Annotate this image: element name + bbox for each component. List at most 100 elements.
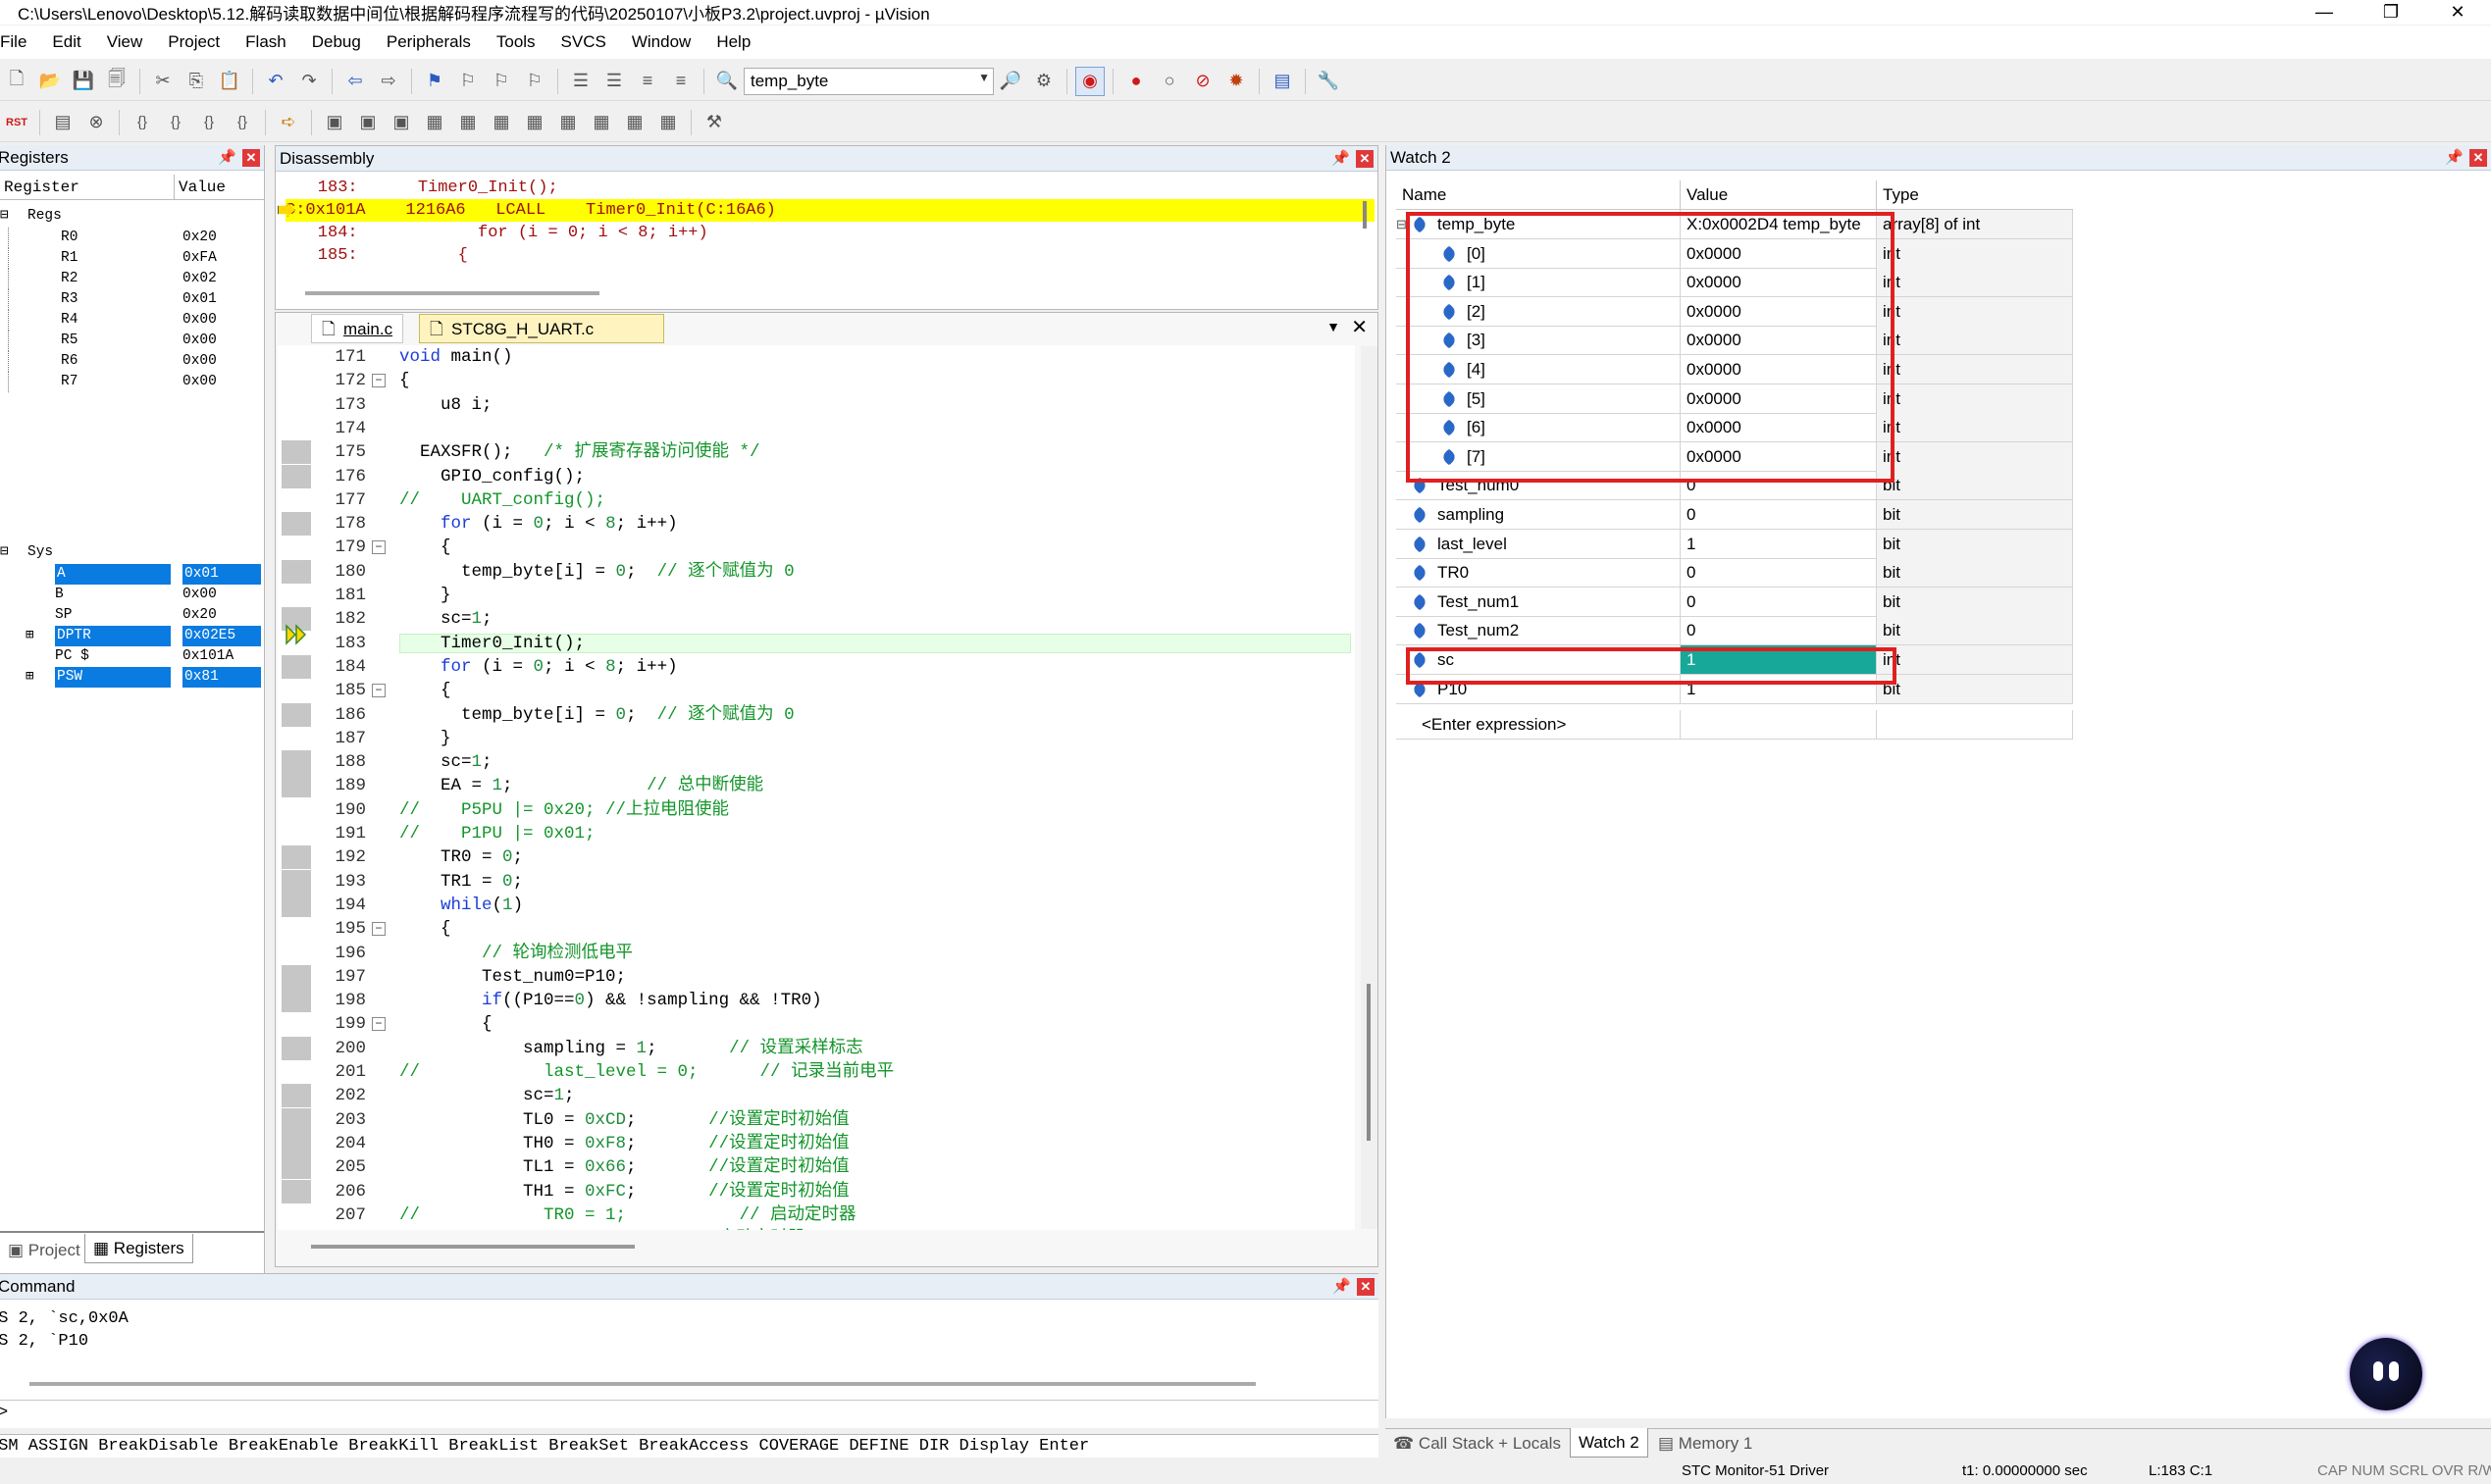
fold-toggle-icon[interactable]: − (372, 540, 386, 555)
memory-window-icon[interactable]: ▦ (520, 108, 549, 137)
menu-window[interactable]: Window (619, 32, 703, 52)
stop-icon[interactable]: ⊗ (81, 108, 111, 137)
register-value[interactable]: 0x81 (182, 667, 261, 688)
uncomment-icon[interactable]: ≡ (666, 67, 696, 96)
code-line[interactable]: 187 } (278, 727, 1355, 750)
register-row[interactable]: R6 0x00 (0, 351, 264, 372)
breakpoint-disable-all-icon[interactable]: ⊘ (1188, 67, 1218, 96)
reset-icon[interactable]: RST (2, 108, 31, 137)
register-value[interactable]: 0x00 (182, 351, 217, 372)
col-value[interactable]: Value (1681, 180, 1877, 210)
config-wrench-icon[interactable]: 🔧 (1314, 67, 1343, 96)
watch-value[interactable]: 1 (1681, 529, 1877, 559)
fold-toggle-icon[interactable]: − (372, 1017, 386, 1032)
disasm-hscrollbar[interactable] (305, 291, 599, 295)
save-all-icon[interactable]: 🗐 (102, 67, 131, 96)
close-icon[interactable]: ✕ (1357, 1278, 1375, 1296)
register-row[interactable]: R7 0x00 (0, 372, 264, 392)
bookmark-clear-icon[interactable]: ⚐ (520, 67, 549, 96)
code-line[interactable]: 182 sc=1; (278, 607, 1355, 632)
watch-name-cell[interactable]: Test_num1 (1396, 587, 1681, 617)
unindent-icon[interactable]: ☰ (599, 67, 629, 96)
group-sys[interactable]: ⊟ Sys (0, 542, 264, 563)
step-into-icon[interactable]: {} (128, 108, 157, 137)
bookmark-next-icon[interactable]: ⚐ (487, 67, 516, 96)
registers-window-icon[interactable]: ▦ (420, 108, 449, 137)
close-icon[interactable]: ✕ (242, 149, 260, 167)
watch-row[interactable]: sampling 0 bit (1396, 500, 2377, 530)
register-value[interactable]: 0x20 (182, 605, 217, 626)
code-line[interactable]: 196 // 轮询检测低电平 (278, 942, 1355, 965)
breakpoint-gutter[interactable] (282, 1084, 311, 1108)
code-line[interactable]: 207 // TR0 = 1; // 启动定时器 (278, 1203, 1355, 1227)
tab-uart-c[interactable]: 🗋 STC8G_H_UART.c (419, 314, 664, 343)
show-next-statement-icon[interactable]: ➪ (274, 108, 303, 137)
register-row[interactable]: B 0x00 (0, 585, 264, 605)
breakpoint-gutter[interactable] (282, 1155, 311, 1180)
code-line[interactable]: 194 while(1) (278, 893, 1355, 917)
breakpoint-gutter[interactable] (282, 559, 311, 584)
copy-icon[interactable]: ⎘ (182, 67, 211, 96)
code-line[interactable]: 191 // P1PU |= 0x01; (278, 822, 1355, 845)
find-icon[interactable]: 🔎 (996, 67, 1025, 96)
register-row[interactable]: R0 0x20 (0, 228, 264, 248)
code-line[interactable]: 208 TR1 = 1; //启动定时器1 (278, 1227, 1355, 1230)
watch-row[interactable]: last_level 1 bit (1396, 529, 2377, 559)
collapse-icon[interactable]: ⊟ (0, 542, 9, 563)
watch-window-icon[interactable]: ▦ (487, 108, 516, 137)
code-line[interactable]: 186 temp_byte[i] = 0; // 逐个赋值为 0 (278, 702, 1355, 727)
breakpoint-gutter[interactable] (282, 654, 311, 679)
tab-registers[interactable]: ▦ Registers (84, 1234, 193, 1263)
indent-icon[interactable]: ☰ (566, 67, 596, 96)
close-tab-icon[interactable]: ✕ (1351, 315, 1368, 339)
menu-file[interactable]: File (0, 32, 39, 52)
code-line[interactable]: 202 sc=1; (278, 1084, 1355, 1108)
open-folder-icon[interactable]: 📂 (35, 67, 65, 96)
system-viewer-icon[interactable]: ▦ (653, 108, 683, 137)
breakpoint-gutter[interactable] (282, 1107, 311, 1132)
watch-value[interactable]: 0 (1681, 587, 1877, 617)
window-layout-icon[interactable]: ▤ (1268, 67, 1297, 96)
save-icon[interactable]: 💾 (69, 67, 98, 96)
code-line[interactable]: 199− { (278, 1012, 1355, 1036)
code-line[interactable]: 178 for (i = 0; i < 8; i++) (278, 512, 1355, 537)
breakpoint-gutter[interactable] (282, 869, 311, 894)
analysis-window-icon[interactable]: ▦ (587, 108, 616, 137)
fold-toggle-icon[interactable]: − (372, 684, 386, 698)
register-row[interactable]: ⊞ PSW 0x81 (0, 667, 264, 688)
step-over-icon[interactable]: {} (161, 108, 190, 137)
register-row[interactable]: SP 0x20 (0, 605, 264, 626)
register-row[interactable]: R4 0x00 (0, 310, 264, 331)
code-line[interactable]: 206 TH1 = 0xFC; //设置定时初始值 (278, 1179, 1355, 1203)
code-line[interactable]: 197 Test_num0=P10; (278, 964, 1355, 989)
register-value[interactable]: 0x02 (182, 269, 217, 289)
menu-flash[interactable]: Flash (233, 32, 299, 52)
close-icon[interactable]: ✕ (1356, 150, 1374, 168)
assistant-bubble-icon[interactable] (2350, 1338, 2422, 1410)
command-hscrollbar[interactable] (29, 1382, 1256, 1386)
register-value[interactable]: 0x20 (182, 228, 217, 248)
command-window-icon[interactable]: ▣ (320, 108, 349, 137)
expand-icon[interactable]: ⊞ (26, 626, 33, 646)
code-line[interactable]: 193 TR1 = 0; (278, 869, 1355, 894)
disasm-line[interactable]: 184: for (i = 0; i < 8; i++) (276, 222, 1377, 244)
menu-tools[interactable]: Tools (484, 32, 548, 52)
menu-debug[interactable]: Debug (299, 32, 374, 52)
code-line[interactable]: 198 if((P10==0) && !sampling && !TR0) (278, 989, 1355, 1013)
watch-name-cell[interactable]: sampling (1396, 500, 1681, 530)
breakpoint-gutter[interactable] (282, 774, 311, 798)
serial-window-icon[interactable]: ▦ (553, 108, 583, 137)
command-input[interactable]: > (0, 1402, 1376, 1424)
pin-icon[interactable]: 📌 (1331, 146, 1350, 172)
menu-edit[interactable]: Edit (39, 32, 93, 52)
disasm-line[interactable]: 185: { (276, 244, 1377, 267)
code-line[interactable]: 181 } (278, 584, 1355, 607)
breakpoint-gutter[interactable] (282, 440, 311, 465)
watch-value[interactable]: 0 (1681, 558, 1877, 588)
incremental-find-icon[interactable]: ⚙ (1029, 67, 1059, 96)
step-out-icon[interactable]: {} (194, 108, 224, 137)
tab-list-chevron-icon[interactable]: ▼ (1326, 319, 1340, 334)
find-combo[interactable]: temp_byte ▼ (744, 67, 994, 95)
register-value[interactable]: 0x01 (182, 289, 217, 310)
disasm-line[interactable]: 183: Timer0_Init(); (276, 177, 1377, 199)
